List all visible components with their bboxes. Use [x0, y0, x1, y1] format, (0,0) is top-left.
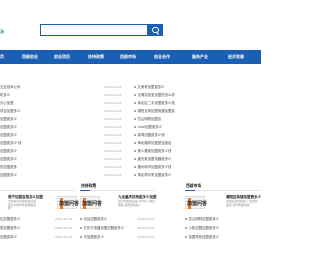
search-button[interactable]	[148, 24, 163, 36]
list-date: 2020-10-16	[137, 235, 155, 239]
thumbnail-label: 加盟问答	[59, 201, 80, 207]
nav-item-policy[interactable]: 扶持政策	[88, 50, 104, 64]
section-accent	[185, 190, 195, 191]
card-description: 潮阳区加盟费多少 加盟费 加盟 条件费用问题	[226, 200, 258, 207]
list-item[interactable]: 渝北区二手加盟费多少钱	[134, 101, 175, 105]
list-item[interactable]: 加盟费多少	[0, 117, 17, 121]
site-logo[interactable]: 法	[0, 29, 4, 35]
list-date: 2020-10-16	[104, 109, 122, 113]
list-item[interactable]: 加盟费多少	[0, 157, 17, 161]
card-description: 为您解决问题加盟店加盟怎么样条件费用等问题	[8, 200, 36, 211]
list-item[interactable]: 加盟费多少	[0, 173, 17, 177]
list-item[interactable]: 加盟费多少 钱	[0, 141, 21, 145]
list-item[interactable]: 湖北清华来加盟费多少	[134, 173, 171, 177]
list-item[interactable]: 位加盟费多少	[0, 217, 20, 221]
card-thumbnail[interactable]: 加盟问答	[185, 196, 208, 209]
list-item[interactable]: 福州城市加盟费多少钱	[134, 165, 171, 169]
list-date: 2020-10-16	[104, 125, 122, 129]
list-item[interactable]: 加盟特色加盟费多少	[185, 235, 219, 239]
list-date: 2020-10-16	[104, 133, 122, 137]
nav-item-projects[interactable]: 创业项目	[54, 50, 70, 64]
thumbnail-label: 加盟问答	[82, 201, 103, 207]
list-item[interactable]: 加盟费多少	[0, 149, 17, 153]
list-item[interactable]: 加盟费多少	[0, 125, 17, 129]
list-item[interactable]: 绿湾加盟费多少钱	[134, 133, 165, 137]
section-accent	[80, 190, 90, 191]
list-date: 2020-10-16	[55, 235, 73, 239]
list-item[interactable]: 交互技术公司	[0, 85, 20, 89]
list-item[interactable]: 机多少	[0, 93, 10, 97]
list-date: 2020-10-16	[104, 93, 122, 97]
list-item[interactable]: 美人雅家加盟费多少钱	[134, 149, 171, 153]
section-title-market[interactable]: 西部市场	[186, 183, 201, 189]
nav-item-home[interactable]: 首页	[0, 50, 4, 64]
section-divider	[185, 190, 261, 191]
list-item[interactable]: 加盟费多少	[0, 133, 17, 137]
list-date: 2020-10-16	[104, 117, 122, 121]
thumbnail-label: 加盟问答	[187, 201, 208, 207]
list-date: 2020-10-16	[55, 226, 73, 230]
list-item[interactable]: 小松加盟加盟费多少	[185, 226, 219, 230]
list-item[interactable]: 海北路邦加盟型连锁店	[134, 141, 171, 145]
list-item[interactable]: 的加盟费多	[0, 165, 17, 169]
nav-item-cooperation[interactable]: 创业合作	[154, 50, 170, 64]
list-date: 2020-10-16	[104, 165, 122, 169]
nav-item-services[interactable]: 服务产业	[192, 50, 208, 64]
list-date: 2020-10-16	[104, 149, 122, 153]
list-item[interactable]: 光谷加盟费多少	[80, 217, 107, 221]
list-date: 2020-10-16	[104, 85, 122, 89]
list-item[interactable]: 恋山网购加盟店	[134, 117, 161, 121]
search-input[interactable]	[40, 24, 148, 36]
list-item[interactable]: 办公加盟	[0, 101, 14, 105]
list-item[interactable]: 五年万电器加盟加盟费多少	[80, 226, 124, 230]
search-icon	[152, 26, 159, 34]
section-divider	[0, 190, 75, 191]
main-nav: 首页 西部创业 创业项目 扶持政策 西部市场 创业合作 服务产业 经济发展	[0, 50, 261, 64]
list-item[interactable]: 晨光家加盟电器费多少	[134, 157, 171, 161]
list-date: 2020-10-16	[104, 173, 122, 177]
list-item[interactable]: 湖阳互网加盟电器加盟费	[134, 109, 175, 113]
card-thumbnail[interactable]: 加盟问答	[80, 196, 103, 209]
section-title-policy[interactable]: 扶持政策	[81, 183, 96, 189]
list-date: 2020-10-16	[55, 217, 73, 221]
list-date: 2020-10-16	[104, 157, 122, 161]
list-item[interactable]: 恋山网购加盟费多少	[185, 217, 219, 221]
list-date: 2020-10-16	[104, 141, 122, 145]
list-item[interactable]: 平加盟费多少	[80, 235, 104, 239]
card-thumbnail[interactable]: 加盟问答	[57, 196, 80, 209]
section-divider	[80, 190, 155, 191]
list-item[interactable]: 加盟费多少	[0, 235, 17, 239]
list-date: 2020-10-16	[104, 101, 122, 105]
nav-item-west-startup[interactable]: 西部创业	[22, 50, 38, 64]
list-item[interactable]: 艾美林加盟费多少	[134, 85, 165, 89]
nav-item-market[interactable]: 西部市场	[120, 50, 136, 64]
list-item[interactable]: 无锡实验室加盟的怎么样	[134, 93, 175, 97]
nav-item-economy[interactable]: 经济发展	[228, 50, 244, 64]
list-item[interactable]: hme加盟费多少	[134, 125, 162, 129]
list-date: 2020-10-16	[137, 226, 155, 230]
list-item[interactable]: 泰加盟费多少	[0, 226, 20, 230]
list-item[interactable]: 项目加盟多少	[0, 109, 20, 113]
card-description: 如何加盟的店铺 条件多少钱问题等 加盟费用多少	[118, 200, 156, 207]
list-date: 2020-10-16	[137, 217, 155, 221]
